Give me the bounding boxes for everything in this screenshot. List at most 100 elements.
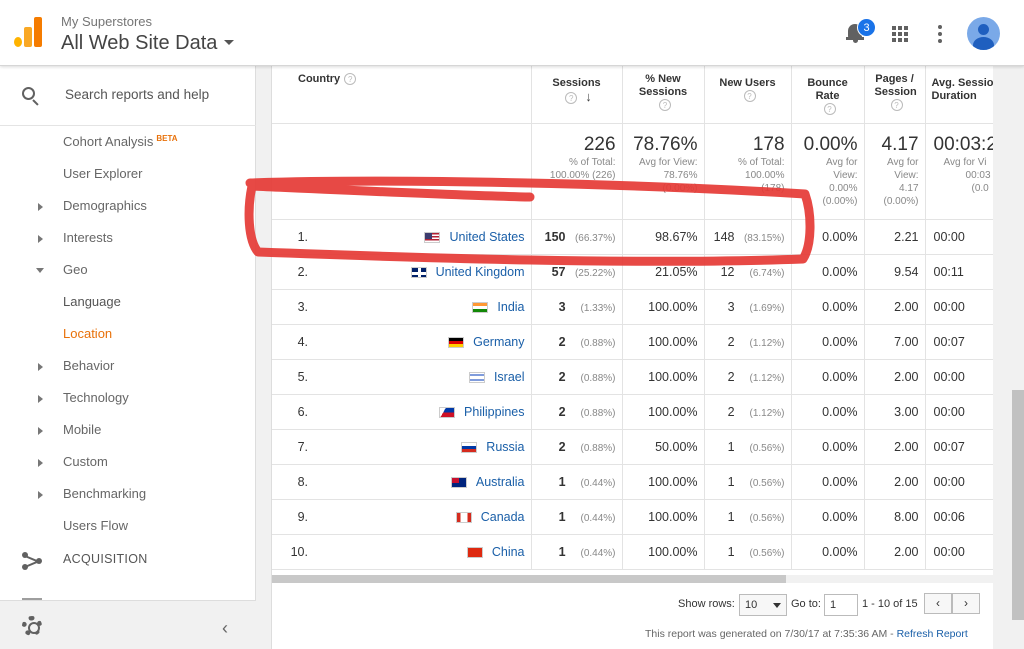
sidebar-item-label: Behavior [63,358,115,373]
sessions-value: 2 [558,369,566,384]
new-users-value: 1 [727,509,735,524]
header-pages-session[interactable]: Pages / Session? [864,66,926,124]
sidebar-item-benchmarking[interactable]: Benchmarking [0,478,256,510]
analytics-logo-icon[interactable] [14,17,42,47]
row-rank: 3. [272,289,308,325]
country-cell: Philippines [308,394,532,430]
country-link[interactable]: Australia [476,475,525,489]
help-icon[interactable]: ? [890,99,903,112]
row-rank: 4. [272,324,308,360]
sidebar-item-behavior[interactable]: Behavior [0,350,256,382]
more-vert-icon[interactable] [938,25,942,43]
bounce-rate-cell: 0.00% [791,394,865,430]
account-name[interactable]: My Superstores [61,14,152,29]
sidebar-item-location[interactable]: Location [0,318,256,350]
summary-value: 0.00% [803,133,858,155]
bounce-rate-cell: 0.00% [791,359,865,395]
country-link[interactable]: China [492,545,525,559]
country-link[interactable]: United Kingdom [436,265,525,279]
sidebar-item-demographics[interactable]: Demographics [0,190,256,222]
help-icon[interactable]: ? [823,103,836,116]
sidebar-item-label: Geo [63,262,88,277]
sidebar: Search reports and help Cohort Analysis B… [0,66,256,649]
header-new-users[interactable]: New Users? [704,66,792,124]
country-link[interactable]: Germany [473,335,524,349]
pages-session-cell: 2.00 [864,359,926,395]
sessions-percent: (1.33%) [580,302,616,314]
expand-arrow-icon [38,395,43,403]
sidebar-item-technology[interactable]: Technology [0,382,256,414]
search-input[interactable]: Search reports and help [65,87,209,102]
table-row: 7. Russia 2 (0.88%) 50.00% 1 (0.56%) 0.00% 2.00 0… [272,429,993,465]
main-content: Country? Sessions? ↓ % New Sessions? New … [256,66,1024,649]
sidebar-item-user-explorer[interactable]: User Explorer [0,158,256,190]
caret-down-icon[interactable] [224,40,234,45]
header-bounce-rate[interactable]: Bounce Rate? [791,66,865,124]
new-users-percent: (1.12%) [749,372,785,384]
chevron-left-icon[interactable]: ‹ [222,618,228,639]
search-bar[interactable]: Search reports and help [0,66,256,126]
bounce-rate-cell: 0.00% [791,534,865,570]
summary-value: 178 [752,133,785,155]
account-icon[interactable] [967,17,1000,50]
new-users-percent: (1.12%) [749,407,785,419]
country-link[interactable]: Russia [486,440,524,454]
new-sessions-cell: 100.00% [622,534,705,570]
vertical-scrollbar[interactable] [1012,390,1024,620]
sidebar-item-geo[interactable]: Geo [0,254,256,286]
show-rows-select[interactable]: 10 [739,594,787,616]
sessions-cell: 1 (0.44%) [531,499,623,535]
header-country[interactable]: Country? [272,66,532,124]
new-users-cell: 148 (83.15%) [704,219,792,255]
property-selector[interactable]: All Web Site Data [61,32,217,55]
goto-input[interactable]: 1 [824,594,858,616]
sort-down-icon[interactable]: ↓ [585,90,592,103]
sidebar-item-cohort-analysis[interactable]: Cohort Analysis BETA [0,126,256,158]
summary-note: Avg for [887,156,919,168]
sidebar-item-custom[interactable]: Custom [0,446,256,478]
next-page-button[interactable]: › [952,593,980,614]
sessions-cell: 2 (0.88%) [531,394,623,430]
sidebar-item-interests[interactable]: Interests [0,222,256,254]
sidebar-item-mobile[interactable]: Mobile [0,414,256,446]
summary-pages-session: 4.17 Avg for View: 4.17 (0.00%) [864,123,926,220]
header-avg-duration[interactable]: Avg. Session Duration [925,66,993,124]
country-link[interactable]: United States [449,230,524,244]
sidebar-item-language[interactable]: Language [0,286,256,318]
sessions-value: 1 [558,509,566,524]
table-header-row: Country? Sessions? ↓ % New Sessions? New … [272,66,993,124]
header-sessions[interactable]: Sessions? ↓ [531,66,623,124]
help-icon[interactable]: ? [659,99,672,112]
beta-badge: BETA [156,134,178,143]
bounce-rate-cell: 0.00% [791,219,865,255]
sessions-percent: (0.44%) [580,547,616,559]
summary-note: Avg for View: [638,156,698,168]
help-icon[interactable]: ? [565,92,578,105]
apps-icon[interactable] [892,26,908,42]
country-link[interactable]: India [497,300,524,314]
refresh-report-link[interactable]: Refresh Report [897,628,968,640]
header-new-users-label: New Users [719,77,776,89]
country-link[interactable]: Canada [481,510,525,524]
help-icon[interactable]: ? [743,90,756,103]
goto-label: Go to: [791,598,821,610]
sidebar-item-acquisition[interactable]: ACQUISITION [0,542,256,578]
sessions-cell: 3 (1.33%) [531,289,623,325]
horizontal-scrollbar[interactable] [272,575,993,583]
summary-note: 100.00% (226) [549,169,616,181]
summary-note: View: [833,169,858,181]
avg-duration-cell: 00:06 [925,499,993,535]
prev-page-button[interactable]: ‹ [924,593,952,614]
header-new-sessions[interactable]: % New Sessions? [622,66,705,124]
country-cell: Russia [308,429,532,465]
new-sessions-cell: 100.00% [622,359,705,395]
sessions-value: 150 [544,229,566,244]
expand-arrow-icon [38,491,43,499]
country-link[interactable]: Philippines [464,405,524,419]
sidebar-item-users-flow[interactable]: Users Flow [0,510,256,542]
help-icon[interactable]: ? [344,73,357,86]
notification-badge: 3 [857,18,876,37]
country-link[interactable]: Israel [494,370,525,384]
scrollbar-thumb[interactable] [272,575,786,583]
gear-icon[interactable] [22,616,42,636]
